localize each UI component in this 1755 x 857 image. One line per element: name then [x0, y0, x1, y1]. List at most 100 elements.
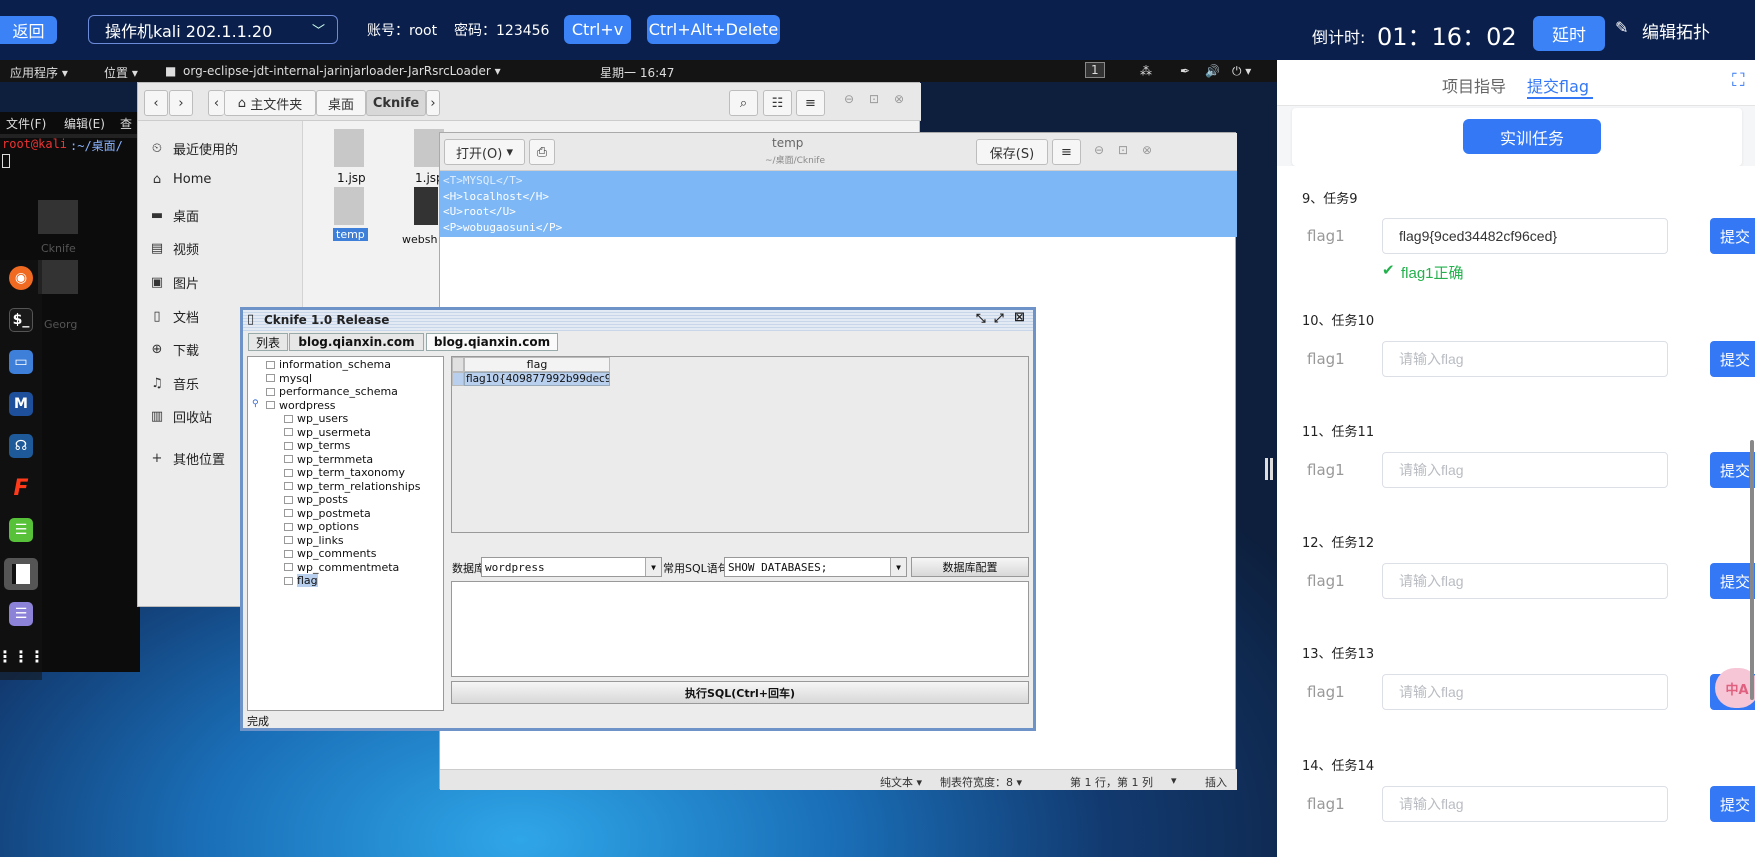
- tree-node[interactable]: wordpress: [266, 399, 336, 412]
- file-label-selected[interactable]: temp: [333, 228, 368, 241]
- tree-node[interactable]: information_schema: [266, 358, 391, 371]
- sql-input-area[interactable]: [451, 581, 1029, 677]
- power-icon[interactable]: ⏻ ▾: [1232, 64, 1251, 79]
- tree-node[interactable]: wp_term_taxonomy: [284, 466, 405, 479]
- tree-node[interactable]: wp_users: [284, 412, 348, 425]
- flag-input[interactable]: [1382, 452, 1668, 488]
- flag-input[interactable]: [1382, 786, 1668, 822]
- crumb-home[interactable]: ⌂ 主文件夹: [224, 90, 316, 116]
- database-config-button[interactable]: 数据库配置: [911, 557, 1029, 577]
- tree-node[interactable]: wp_comments: [284, 547, 376, 560]
- tab-width-selector[interactable]: 制表符宽度：8 ▾: [940, 774, 1022, 790]
- file-label[interactable]: 1.jsp: [337, 171, 366, 185]
- editor-text-area[interactable]: <T>MYSQL</T> <H>localhost</H> <U>root</U…: [440, 171, 1237, 249]
- sidebar-item-trash[interactable]: ▥ 回收站: [150, 407, 212, 426]
- desktop-item-label[interactable]: Georg: [44, 318, 77, 331]
- language-selector[interactable]: 纯文本 ▾: [880, 774, 922, 790]
- database-tree[interactable]: information_schema mysql performance_schem…: [247, 356, 444, 711]
- tree-node[interactable]: wp_usermeta: [284, 426, 371, 439]
- sidebar-item-documents[interactable]: ▯ 文档: [150, 307, 199, 326]
- sidebar-item-music[interactable]: ♫ 音乐: [150, 374, 199, 393]
- fullscreen-icon[interactable]: ⛶: [1732, 70, 1745, 91]
- tree-node[interactable]: performance_schema: [266, 385, 398, 398]
- edit-topology-link[interactable]: 编辑拓扑: [1642, 18, 1710, 43]
- text-editor-icon[interactable]: ☰: [9, 602, 33, 626]
- ctrl-alt-delete-button[interactable]: Ctrl+Alt+Delete: [647, 15, 780, 44]
- submit-button[interactable]: 提交: [1710, 218, 1755, 254]
- sidebar-item-other[interactable]: + 其他位置: [150, 449, 225, 468]
- workspace-indicator[interactable]: 1: [1085, 62, 1105, 78]
- splitter-handle[interactable]: [1265, 458, 1273, 480]
- sidebar-item-downloads[interactable]: ⊕ 下载: [150, 340, 199, 359]
- crumb-current[interactable]: Cknife: [366, 90, 426, 116]
- training-task-button[interactable]: 实训任务: [1463, 119, 1601, 154]
- desktop-item-label[interactable]: Cknife: [41, 242, 76, 255]
- submit-button[interactable]: 提交: [1710, 341, 1755, 377]
- submit-button[interactable]: 提交: [1710, 452, 1755, 488]
- pen-icon[interactable]: ✒: [1180, 64, 1190, 78]
- grid-header[interactable]: flag: [464, 357, 610, 372]
- terminal-menu-edit[interactable]: 编辑(E): [64, 115, 105, 132]
- terminal-menu-view[interactable]: 查: [120, 115, 132, 132]
- tree-node[interactable]: wp_termmeta: [284, 453, 373, 466]
- sidebar-item-recent[interactable]: ⏲ 最近使用的: [150, 139, 238, 158]
- remote-desktop[interactable]: 应用程序 ▾ 位置 ▾ ■ org-eclipse-jdt-internal-j…: [0, 60, 1277, 857]
- file-icon[interactable]: [334, 187, 364, 225]
- tree-node[interactable]: mysql: [266, 372, 312, 385]
- sql-preset-select[interactable]: SHOW DATABASES; ▼: [724, 557, 907, 577]
- tree-node[interactable]: wp_commentmeta: [284, 561, 399, 574]
- restore-icon[interactable]: ⤡: [976, 311, 986, 326]
- app-grid-icon[interactable]: ⋮⋮⋮: [0, 644, 45, 668]
- result-grid[interactable]: flag flag10{409877992b99dec9}: [451, 356, 1029, 533]
- cknife-window[interactable]: ▯ Cknife 1.0 Release ⤡ ⤢ ⊠ 列表 blog.qianx…: [240, 307, 1036, 731]
- ctrl-v-button[interactable]: Ctrl+v: [564, 15, 631, 44]
- metasploit-icon[interactable]: M: [9, 392, 33, 416]
- network-icon[interactable]: ⁂: [1140, 64, 1152, 78]
- search-icon[interactable]: ⌕: [729, 90, 758, 116]
- forward-icon[interactable]: ›: [169, 90, 193, 116]
- active-window-menu[interactable]: org-eclipse-jdt-internal-jarinjarloader-…: [183, 64, 501, 78]
- places-menu[interactable]: 位置 ▾: [104, 64, 138, 81]
- volume-icon[interactable]: 🔊: [1205, 64, 1220, 78]
- firefox-icon[interactable]: ◉: [9, 266, 33, 290]
- tab-site-1[interactable]: blog.qianxin.com: [289, 333, 424, 351]
- back-icon[interactable]: ‹: [144, 90, 168, 116]
- new-document-icon[interactable]: ⎙: [529, 139, 555, 165]
- flag-input[interactable]: [1382, 563, 1668, 599]
- view-list-icon[interactable]: ☷: [763, 90, 792, 116]
- maximize-icon[interactable]: ⊡: [869, 92, 879, 106]
- back-button[interactable]: 返回: [0, 16, 57, 44]
- leafpad-icon[interactable]: ☰: [9, 518, 33, 542]
- file-icon[interactable]: [334, 129, 364, 167]
- panel-scrollbar[interactable]: [1750, 440, 1754, 700]
- database-select[interactable]: wordpress ▼: [481, 557, 662, 577]
- flag-input[interactable]: [1382, 341, 1668, 377]
- machine-select[interactable]: 操作机kali 202.1.1.20 ﹀: [88, 15, 338, 44]
- minimize-icon[interactable]: ⊖: [1094, 143, 1104, 157]
- close-icon[interactable]: ⊗: [1142, 143, 1152, 157]
- tree-node[interactable]: wp_term_relationships: [284, 480, 421, 493]
- tab-list[interactable]: 列表: [248, 333, 288, 351]
- terminal-menu-file[interactable]: 文件(F): [6, 115, 46, 132]
- zip-icon[interactable]: [414, 187, 438, 225]
- maximize-icon[interactable]: ⤢: [994, 311, 1004, 326]
- tab-submit-flag[interactable]: 提交flag: [1527, 73, 1589, 97]
- clock[interactable]: 星期一 16:47: [600, 64, 674, 81]
- sidebar-item-pictures[interactable]: ▣ 图片: [150, 273, 199, 292]
- tab-site-2[interactable]: blog.qianxin.com: [426, 333, 558, 351]
- extend-time-button[interactable]: 延时: [1533, 16, 1605, 51]
- terminal-icon[interactable]: $_: [9, 308, 33, 332]
- maltego-icon[interactable]: ☊: [9, 434, 33, 458]
- tree-node[interactable]: wp_postmeta: [284, 507, 371, 520]
- tab-project-guide[interactable]: 项目指导: [1442, 73, 1506, 97]
- execute-sql-button[interactable]: 执行SQL(Ctrl+回车): [451, 681, 1029, 704]
- close-icon[interactable]: ⊗: [894, 92, 904, 106]
- tree-node[interactable]: wp_options: [284, 520, 359, 533]
- crumb-desktop[interactable]: 桌面: [316, 90, 366, 116]
- files-icon[interactable]: ▭: [9, 350, 33, 374]
- crumb-right-icon[interactable]: ›: [426, 90, 440, 116]
- tree-node[interactable]: wp_posts: [284, 493, 348, 506]
- submit-button[interactable]: 提交: [1710, 786, 1755, 822]
- tree-node[interactable]: flag: [284, 574, 318, 587]
- sidebar-item-desktop[interactable]: ▬ 桌面: [150, 206, 199, 225]
